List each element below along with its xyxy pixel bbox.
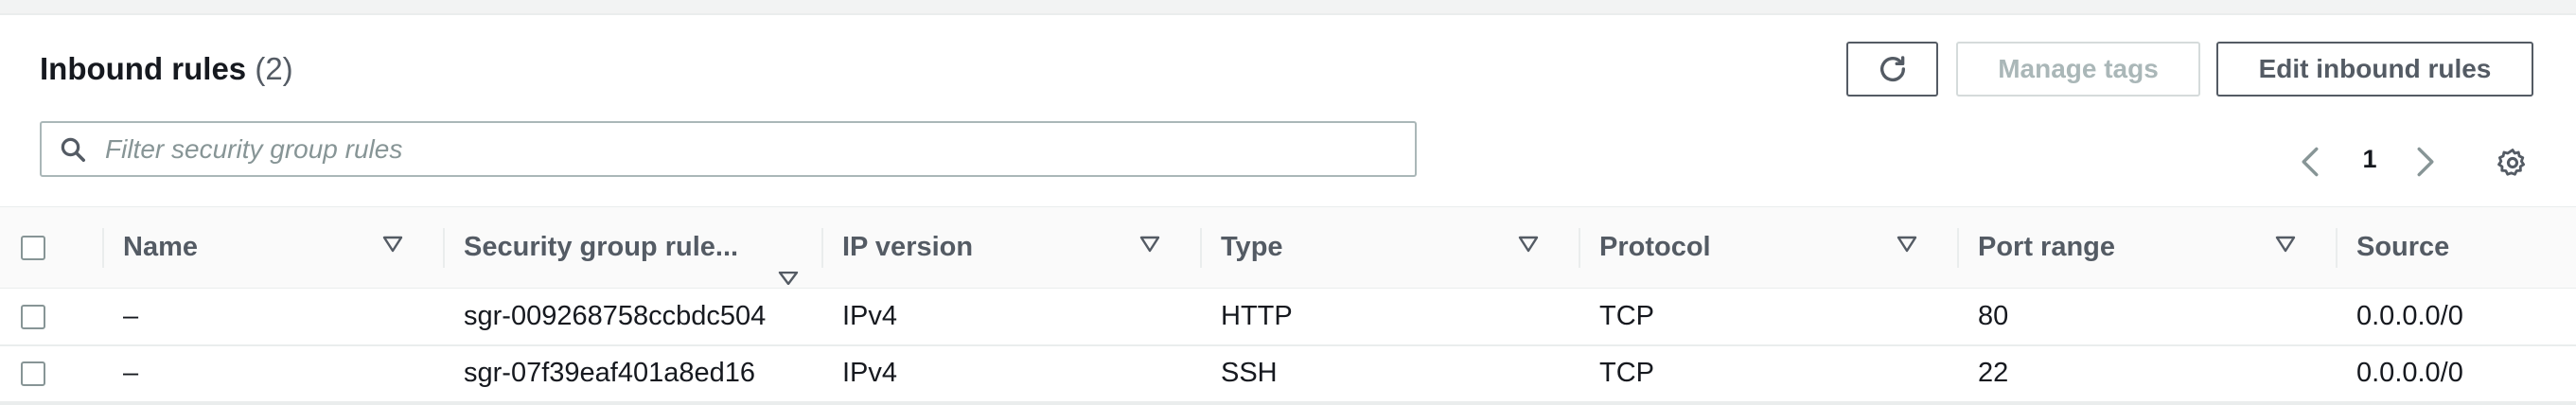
row-checkbox[interactable] [21, 361, 45, 387]
cell-protocol: TCP [1599, 358, 1654, 388]
column-header-label: Name [123, 232, 198, 262]
chevron-right-icon[interactable] [2415, 146, 2436, 178]
sort-icon[interactable] [382, 236, 403, 253]
cell-port-range: 80 [1978, 300, 2009, 331]
sort-icon[interactable] [778, 272, 799, 285]
sort-icon[interactable] [1897, 236, 1917, 253]
column-header-label: Type [1221, 232, 1283, 262]
column-header-label: Security group rule... [464, 232, 739, 262]
refresh-icon [1879, 56, 1905, 81]
cell-sgr-id: sgr-07f39eaf401a8ed16 [464, 358, 755, 388]
search-icon [61, 137, 85, 162]
cell-name: – [123, 300, 139, 331]
cell-ip-version: IPv4 [842, 358, 898, 388]
column-header-label: Port range [1978, 232, 2116, 262]
cell-source: 0.0.0.0/0 [2356, 358, 2463, 388]
column-header-label: IP version [842, 232, 974, 262]
column-header-source[interactable]: Source [2338, 207, 2576, 289]
column-header-security-group-rule[interactable]: Security group rule... [445, 207, 823, 289]
inbound-rules-table: Name Security group rule... IP version T… [0, 206, 2576, 403]
row-select-cell [0, 289, 104, 345]
table-row[interactable]: – sgr-009268758ccbdc504 IPv4 HTTP TCP 80… [0, 289, 2576, 345]
select-all-checkbox[interactable] [21, 236, 45, 261]
manage-tags-button[interactable]: Manage tags [1956, 42, 2200, 97]
cell-ip-version: IPv4 [842, 300, 898, 331]
cell-type: HTTP [1221, 300, 1293, 331]
row-select-cell [0, 345, 104, 402]
cell-source: 0.0.0.0/0 [2356, 300, 2463, 331]
cell-protocol: TCP [1599, 300, 1654, 331]
chevron-left-icon[interactable] [2300, 146, 2320, 178]
column-header-label: Source [2356, 232, 2450, 262]
column-header-label: Protocol [1599, 232, 1711, 262]
sort-icon[interactable] [1139, 236, 1160, 253]
table-header-row: Name Security group rule... IP version T… [0, 206, 2576, 289]
select-all-cell [0, 207, 104, 289]
search-box [40, 121, 1417, 177]
gear-icon[interactable] [2497, 147, 2529, 179]
cell-type: SSH [1221, 358, 1278, 388]
cell-sgr-id: sgr-009268758ccbdc504 [464, 300, 767, 331]
edit-inbound-rules-button[interactable]: Edit inbound rules [2216, 42, 2533, 97]
column-header-ip-version[interactable]: IP version [823, 207, 1202, 289]
column-header-port-range[interactable]: Port range [1959, 207, 2338, 289]
table-row[interactable]: – sgr-07f39eaf401a8ed16 IPv4 SSH TCP 22 … [0, 345, 2576, 402]
sort-icon[interactable] [2275, 236, 2296, 253]
row-checkbox[interactable] [21, 305, 45, 330]
rule-count: (2) [255, 51, 293, 86]
cell-port-range: 22 [1978, 358, 2009, 388]
current-page-number[interactable]: 1 [2356, 145, 2383, 174]
sort-icon[interactable] [1518, 236, 1539, 253]
column-header-name[interactable]: Name [104, 207, 445, 289]
column-header-protocol[interactable]: Protocol [1580, 207, 1959, 289]
column-header-type[interactable]: Type [1202, 207, 1580, 289]
cell-name: – [123, 358, 139, 388]
panel-title: Inbound rules [40, 51, 247, 86]
search-input[interactable] [105, 125, 1402, 173]
panel-header: Inbound rules (2) [40, 51, 293, 87]
refresh-button[interactable] [1846, 42, 1938, 97]
